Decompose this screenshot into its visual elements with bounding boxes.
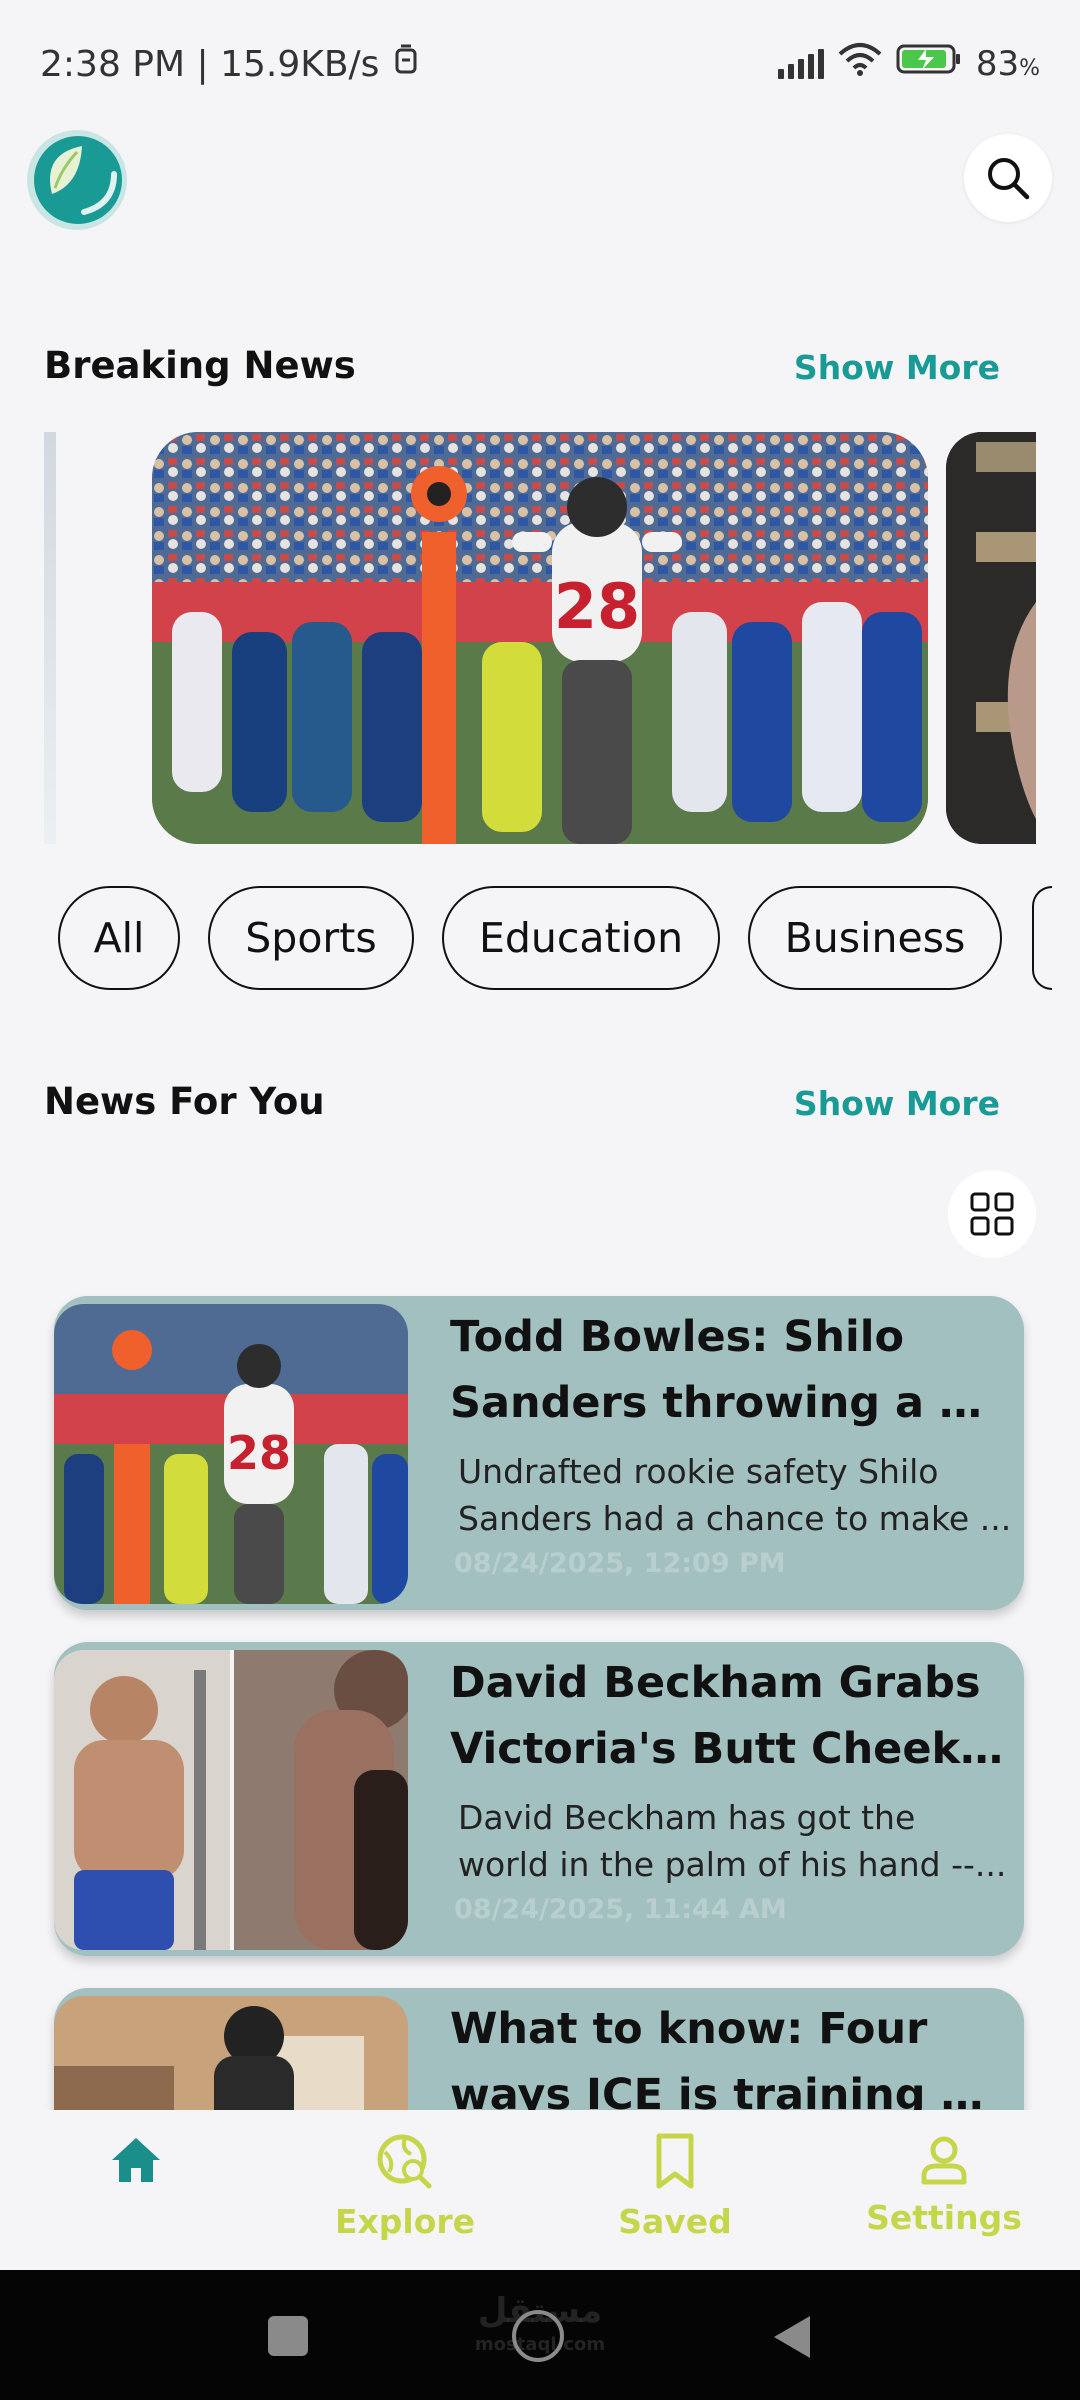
breaking-news-carousel[interactable]: 28 — [44, 432, 1036, 844]
system-navigation-bar: مستقل mostaql.com — [0, 2270, 1080, 2400]
breaking-news-title: Breaking News — [44, 344, 356, 387]
status-left: 2:38 PM | 15.9KB/s — [40, 44, 419, 85]
home-button[interactable] — [512, 2310, 564, 2362]
carousel-card-prev[interactable] — [44, 432, 56, 844]
nav-home[interactable] — [36, 2132, 236, 2198]
news-thumbnail — [54, 1650, 408, 1950]
news-date: 08/24/2025, 12:09 PM — [454, 1548, 786, 1579]
nav-settings[interactable]: Settings — [844, 2132, 1044, 2237]
news-card[interactable]: David Beckham Grabs Victoria's Butt Chee… — [54, 1642, 1024, 1956]
battery-percent: 83% — [975, 43, 1040, 84]
news-list[interactable]: 28 Todd Bowles: Shilo Sanders throwing a… — [0, 1290, 1080, 2110]
home-icon — [112, 2138, 160, 2182]
explore-icon — [377, 2134, 432, 2189]
wifi-icon — [838, 42, 882, 85]
signal-icon — [777, 48, 824, 79]
bottom-navigation: Explore Saved Settings — [0, 2110, 1080, 2270]
news-for-you-show-more-link[interactable]: Show More — [794, 1084, 1000, 1123]
chip-business[interactable]: Business — [748, 886, 1002, 990]
breaking-news-hero-image[interactable]: 28 — [152, 432, 928, 844]
news-thumbnail — [54, 1996, 408, 2110]
nav-settings-label: Settings — [866, 2198, 1022, 2237]
news-description: David Beckham has got the world in the p… — [458, 1798, 1007, 1884]
category-chips: All Sports Education Business — [58, 886, 1002, 990]
back-button[interactable] — [770, 2314, 812, 2364]
search-icon — [988, 158, 1030, 200]
news-description: Undrafted rookie safety Shilo Sanders ha… — [458, 1452, 1012, 1538]
alarm-icon — [393, 44, 419, 85]
news-card[interactable]: 28 Todd Bowles: Shilo Sanders throwing a… — [54, 1296, 1024, 1610]
news-card[interactable]: What to know: Four ways ICE is training … — [54, 1988, 1024, 2110]
grid-view-toggle[interactable] — [948, 1170, 1036, 1258]
search-button[interactable] — [964, 134, 1052, 222]
status-bar: 2:38 PM | 15.9KB/s 83% — [0, 0, 1080, 120]
nav-saved[interactable]: Saved — [575, 2132, 775, 2241]
news-title: David Beckham Grabs Victoria's Butt Chee… — [450, 1658, 1010, 1774]
user-icon — [921, 2136, 967, 2185]
nav-explore[interactable]: Explore — [305, 2132, 505, 2241]
svg-text:28: 28 — [554, 570, 640, 643]
battery-icon — [896, 43, 962, 84]
news-for-you-title: News For You — [44, 1080, 325, 1123]
status-right: 83% — [777, 42, 1040, 85]
breaking-show-more-link[interactable]: Show More — [794, 348, 1000, 387]
chip-next-partial[interactable] — [1032, 886, 1052, 990]
news-title: What to know: Four ways ICE is training … — [450, 2004, 1010, 2110]
app-logo — [22, 124, 132, 234]
leaf-circle-logo-icon — [27, 130, 127, 230]
news-title: Todd Bowles: Shilo Sanders throwing a pu… — [450, 1312, 1010, 1428]
status-time-speed: 2:38 PM | 15.9KB/s — [40, 44, 380, 85]
chip-education[interactable]: Education — [442, 886, 720, 990]
news-date: 08/24/2025, 11:44 AM — [454, 1894, 787, 1925]
recents-button[interactable] — [268, 2316, 308, 2356]
chip-all[interactable]: All — [58, 886, 180, 990]
chip-sports[interactable]: Sports — [208, 886, 414, 990]
nav-saved-label: Saved — [618, 2202, 732, 2241]
grid-icon — [970, 1192, 1014, 1236]
nav-explore-label: Explore — [334, 2202, 476, 2241]
news-thumbnail: 28 — [54, 1304, 408, 1604]
back-icon — [774, 2316, 810, 2358]
carousel-card-next[interactable] — [946, 432, 1036, 844]
svg-text:28: 28 — [227, 1426, 291, 1480]
bookmark-icon — [656, 2133, 694, 2189]
